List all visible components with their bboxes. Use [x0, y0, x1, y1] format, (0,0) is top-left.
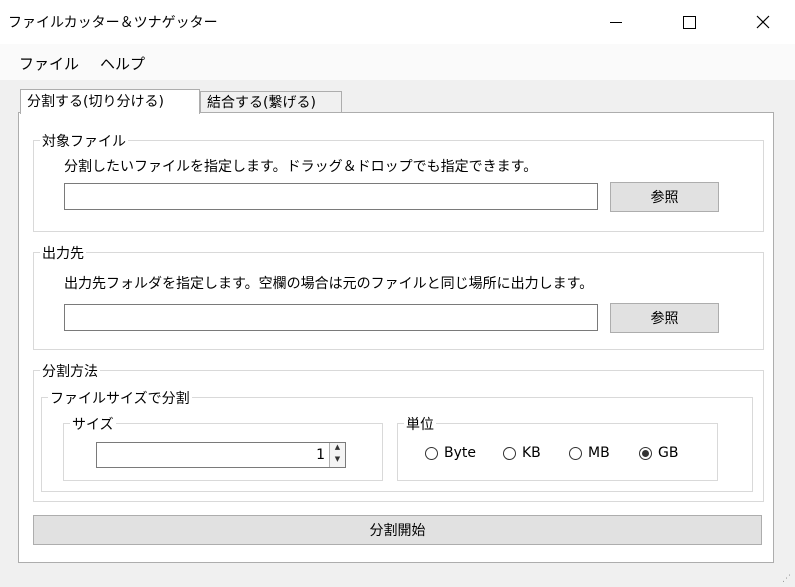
menu-help[interactable]: ヘルプ	[100, 53, 145, 74]
output-browse-button[interactable]: 参照	[610, 303, 719, 333]
radio-icon	[425, 446, 438, 460]
menu-bar: ファイル ヘルプ	[0, 44, 795, 80]
by-size-legend: ファイルサイズで分割	[48, 388, 192, 408]
unit-label-mb: MB	[588, 445, 610, 461]
size-spin-buttons[interactable]: ▲ ▼	[329, 443, 345, 467]
radio-icon	[503, 446, 516, 460]
unit-radio-kb[interactable]: KB	[503, 445, 541, 461]
output-description: 出力先フォルダを指定します。空欄の場合は元のファイルと同じ場所に出力します。	[64, 276, 594, 292]
unit-radio-byte[interactable]: Byte	[425, 445, 476, 461]
target-file-input[interactable]	[64, 183, 598, 210]
unit-label-kb: KB	[522, 445, 541, 461]
minimize-icon	[610, 21, 622, 23]
tab-split[interactable]: 分割する(切り分ける)	[20, 89, 200, 114]
target-file-legend: 対象ファイル	[40, 131, 128, 151]
unit-label-byte: Byte	[444, 445, 476, 461]
output-legend: 出力先	[40, 243, 86, 263]
unit-legend: 単位	[404, 414, 436, 434]
unit-radio-gb[interactable]: GB	[639, 445, 678, 461]
target-browse-button[interactable]: 参照	[610, 182, 719, 212]
start-split-button[interactable]: 分割開始	[33, 515, 762, 545]
radio-icon	[569, 446, 582, 460]
close-button[interactable]	[740, 0, 786, 44]
resize-grip-icon[interactable]: ⋰	[782, 574, 792, 584]
title-bar: ファイルカッター＆ツナゲッター	[0, 0, 795, 44]
minimize-button[interactable]	[593, 0, 639, 44]
tab-join[interactable]: 結合する(繋げる)	[200, 91, 342, 113]
unit-label-gb: GB	[658, 445, 679, 461]
output-folder-input[interactable]	[64, 304, 598, 331]
split-method-legend: 分割方法	[40, 361, 100, 381]
size-legend: サイズ	[70, 414, 116, 434]
maximize-icon	[682, 15, 696, 29]
size-value: 1	[316, 447, 325, 463]
close-icon	[756, 15, 770, 29]
spin-down-icon[interactable]: ▼	[330, 455, 345, 467]
window-title: ファイルカッター＆ツナゲッター	[8, 15, 218, 31]
radio-selected-icon	[639, 446, 652, 460]
size-stepper[interactable]: 1 ▲ ▼	[96, 442, 346, 468]
unit-radio-mb[interactable]: MB	[569, 445, 610, 461]
maximize-button[interactable]	[666, 0, 712, 44]
target-file-description: 分割したいファイルを指定します。ドラッグ＆ドロップでも指定できます。	[64, 159, 538, 175]
menu-file[interactable]: ファイル	[19, 53, 79, 74]
output-group	[33, 252, 764, 350]
spin-up-icon[interactable]: ▲	[330, 443, 345, 455]
